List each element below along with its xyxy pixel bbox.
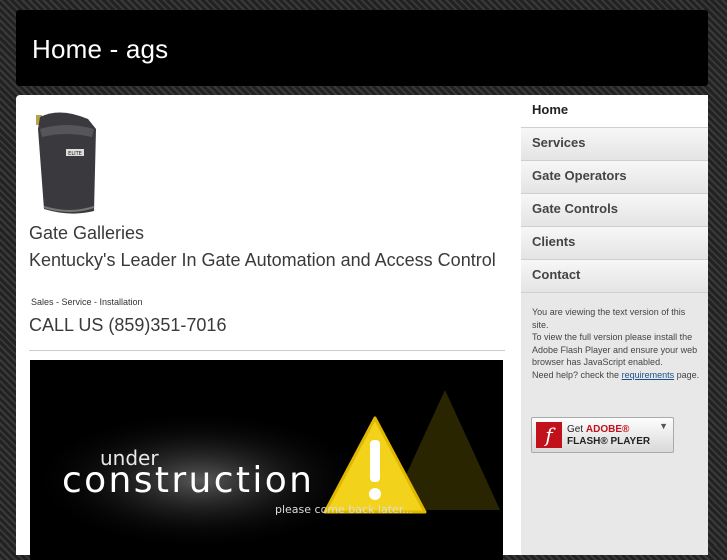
- flash-notice-line2: To view the full version please install …: [532, 332, 698, 368]
- tagline-heading: Kentucky's Leader In Gate Automation and…: [29, 250, 496, 270]
- phone-heading: CALL US (859)351-7016: [29, 315, 227, 335]
- nav-item-contact[interactable]: Contact: [521, 260, 708, 293]
- under-construction-banner: under construction please come back late…: [30, 360, 503, 560]
- nav-item-home[interactable]: Home: [521, 95, 708, 128]
- services-line: Sales - Service - Installation: [31, 297, 143, 307]
- flash-player-label: FLASH® PLAYER: [567, 436, 651, 447]
- flash-notice-line1: You are viewing the text version of this…: [532, 307, 686, 330]
- main-content: ELITE Gate Galleries Kentucky's Leader I…: [16, 95, 521, 560]
- nav-item-gate-operators[interactable]: Gate Operators: [521, 161, 708, 194]
- banner-line-comeback: please come back later...: [275, 503, 413, 516]
- flash-notice: You are viewing the text version of this…: [532, 306, 700, 382]
- company-heading: Gate Galleries: [29, 223, 145, 243]
- flash-help-prefix: Need help? check the: [532, 369, 620, 380]
- download-arrow-icon: ▼: [659, 421, 668, 431]
- site-header: Home - ags: [16, 10, 708, 86]
- main-nav: Home Services Gate Operators Gate Contro…: [521, 95, 708, 293]
- get-flash-player-button[interactable]: f Get ADOBE® FLASH® PLAYER ▼: [531, 417, 674, 453]
- content-divider: [29, 350, 505, 351]
- flash-logo-icon: f: [536, 422, 562, 448]
- page-title: Home - ags: [32, 34, 169, 64]
- flash-get-label: Get: [567, 424, 584, 435]
- flash-adobe-label: ADOBE®: [585, 424, 630, 435]
- flash-help-suffix: page.: [676, 369, 700, 380]
- gate-operator-image: ELITE: [36, 112, 96, 214]
- svg-text:ELITE: ELITE: [68, 151, 82, 157]
- nav-item-services[interactable]: Services: [521, 128, 708, 161]
- sidebar: Home Services Gate Operators Gate Contro…: [521, 95, 708, 555]
- under-construction-graphic: under construction please come back late…: [30, 390, 500, 550]
- nav-item-clients[interactable]: Clients: [521, 227, 708, 260]
- nav-item-gate-controls[interactable]: Gate Controls: [521, 194, 708, 227]
- requirements-link[interactable]: requirements: [622, 370, 675, 380]
